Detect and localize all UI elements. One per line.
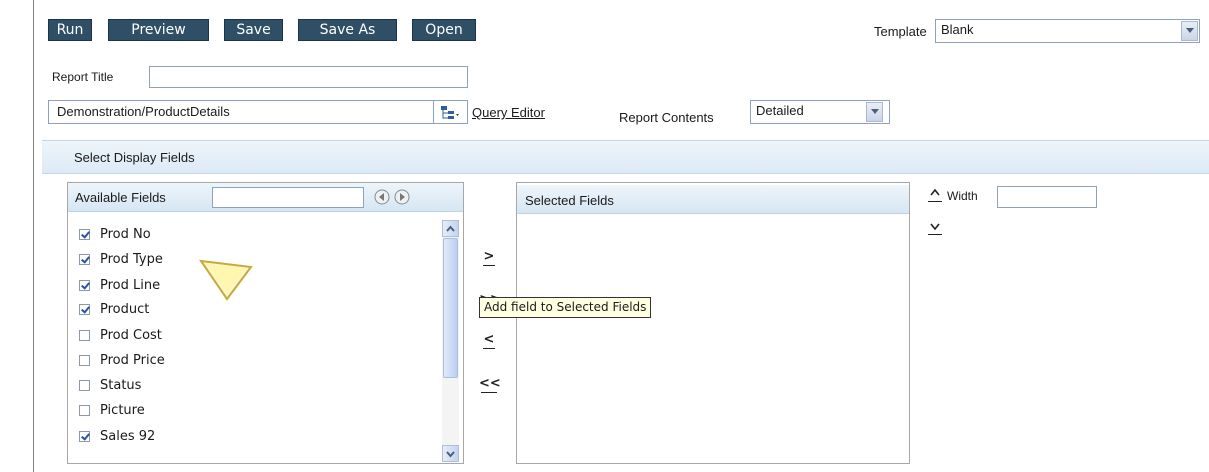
scroll-thumb[interactable] — [443, 238, 458, 378]
report-contents-label: Report Contents — [619, 110, 714, 125]
report-title-label: Report Title — [52, 70, 114, 84]
tree-browse-button[interactable] — [434, 100, 468, 124]
save-as-button[interactable]: Save As — [298, 19, 397, 41]
selected-fields-title: Selected Fields — [525, 193, 614, 208]
width-label: Width — [947, 189, 978, 203]
field-checkbox[interactable] — [79, 431, 90, 442]
field-label: Picture — [100, 403, 145, 418]
field-checkbox[interactable] — [79, 330, 90, 341]
available-fields-header: Available Fields — [68, 183, 463, 212]
field-label: Prod Type — [100, 252, 163, 267]
scroll-up-button[interactable] — [442, 220, 459, 237]
field-label: Sales 92 — [100, 429, 156, 444]
field-label: Product — [100, 302, 150, 317]
field-checkbox[interactable] — [79, 229, 90, 240]
field-checkbox[interactable] — [79, 405, 90, 416]
tree-view-icon — [441, 106, 459, 119]
available-fields-search-input[interactable] — [212, 187, 364, 208]
selected-fields-panel: Selected Fields — [516, 182, 910, 464]
remove-all-glyph: << — [479, 376, 501, 391]
report-contents-select[interactable]: Detailed — [750, 100, 890, 124]
width-input[interactable] — [997, 186, 1097, 208]
field-checkbox[interactable] — [79, 380, 90, 391]
field-label: Status — [100, 378, 142, 393]
chevron-down-icon — [446, 451, 455, 458]
caret-down-icon — [930, 223, 940, 231]
chevron-up-icon — [446, 225, 455, 232]
selected-fields-header: Selected Fields — [517, 185, 909, 214]
add-field-button[interactable]: > — [481, 250, 497, 266]
field-checkbox[interactable] — [79, 280, 90, 291]
chevron-down-icon[interactable] — [1181, 21, 1198, 41]
preview-button[interactable]: Preview — [108, 19, 209, 41]
cursor-icon — [198, 259, 253, 301]
selected-fields-list[interactable] — [517, 213, 909, 463]
field-checkbox[interactable] — [79, 355, 90, 366]
template-value: Blank — [941, 22, 974, 37]
template-select[interactable]: Blank — [935, 19, 1200, 43]
field-label: Prod Cost — [100, 328, 162, 343]
next-page-icon[interactable] — [394, 189, 410, 205]
caret-up-icon — [930, 188, 940, 196]
run-button[interactable]: Run — [48, 19, 92, 41]
field-label: Prod Line — [100, 278, 161, 293]
save-button[interactable]: Save — [224, 19, 283, 41]
remove-all-fields-button[interactable]: << — [479, 376, 501, 393]
query-editor-link[interactable]: Query Editor — [472, 105, 545, 120]
select-display-fields-bar: Select Display Fields — [42, 140, 1209, 174]
remove-field-button[interactable]: < — [481, 333, 497, 349]
report-contents-value: Detailed — [756, 103, 804, 118]
available-fields-scrollbar[interactable] — [442, 220, 459, 462]
query-path-field[interactable]: Demonstration/ProductDetails — [48, 100, 434, 124]
section-title: Select Display Fields — [74, 150, 195, 165]
field-checkbox[interactable] — [79, 254, 90, 265]
open-button[interactable]: Open — [412, 19, 476, 41]
add-field-tooltip: Add field to Selected Fields — [479, 297, 652, 318]
available-fields-title: Available Fields — [75, 190, 166, 205]
move-down-button[interactable] — [928, 220, 942, 235]
field-checkbox[interactable] — [79, 304, 90, 315]
field-label: Prod No — [100, 227, 151, 242]
add-field-glyph: > — [483, 249, 495, 264]
template-label: Template — [874, 24, 927, 39]
scroll-down-button[interactable] — [442, 445, 459, 462]
chevron-down-icon[interactable] — [866, 102, 883, 122]
available-fields-panel: Available Fields Prod No Prod Type Prod Li… — [67, 182, 464, 464]
remove-field-glyph: < — [483, 332, 495, 347]
move-up-button[interactable] — [928, 187, 942, 202]
field-label: Prod Price — [100, 353, 165, 368]
previous-page-icon[interactable] — [374, 189, 390, 205]
report-title-input[interactable] — [149, 66, 468, 88]
